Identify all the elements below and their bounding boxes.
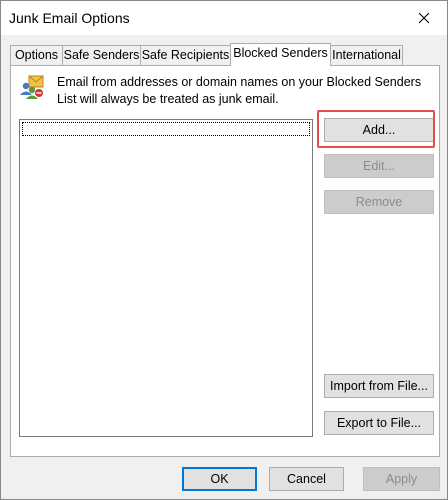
import-from-file-button[interactable]: Import from File... [324, 374, 434, 398]
ok-button[interactable]: OK [182, 467, 257, 491]
cancel-button[interactable]: Cancel [269, 467, 344, 491]
blocked-senders-panel: Email from addresses or domain names on … [10, 65, 440, 457]
apply-button[interactable]: Apply [363, 467, 440, 491]
export-to-file-button[interactable]: Export to File... [324, 411, 434, 435]
panel-description: Email from addresses or domain names on … [57, 75, 422, 106]
tab-blocked-senders[interactable]: Blocked Senders [230, 43, 331, 66]
blocked-senders-people-icon [20, 75, 44, 99]
add-button-highlight [317, 110, 435, 148]
tab-strip: Options Safe Senders Safe Recipients Blo… [10, 43, 440, 66]
list-focus-rect [22, 122, 310, 136]
tab-safe-senders[interactable]: Safe Senders [62, 45, 141, 66]
edit-button[interactable]: Edit... [324, 154, 434, 178]
junk-email-options-dialog: Junk Email Options Options Safe Senders … [0, 0, 448, 500]
dialog-footer: OK Cancel Apply [1, 459, 447, 499]
close-icon [418, 12, 430, 24]
tab-options[interactable]: Options [10, 45, 63, 66]
tab-international[interactable]: International [330, 45, 403, 66]
title-bar: Junk Email Options [1, 1, 447, 35]
tab-safe-recipients[interactable]: Safe Recipients [140, 45, 231, 66]
close-button[interactable] [401, 1, 447, 35]
remove-button[interactable]: Remove [324, 190, 434, 214]
window-title: Junk Email Options [9, 10, 130, 26]
blocked-senders-list[interactable] [19, 119, 313, 437]
